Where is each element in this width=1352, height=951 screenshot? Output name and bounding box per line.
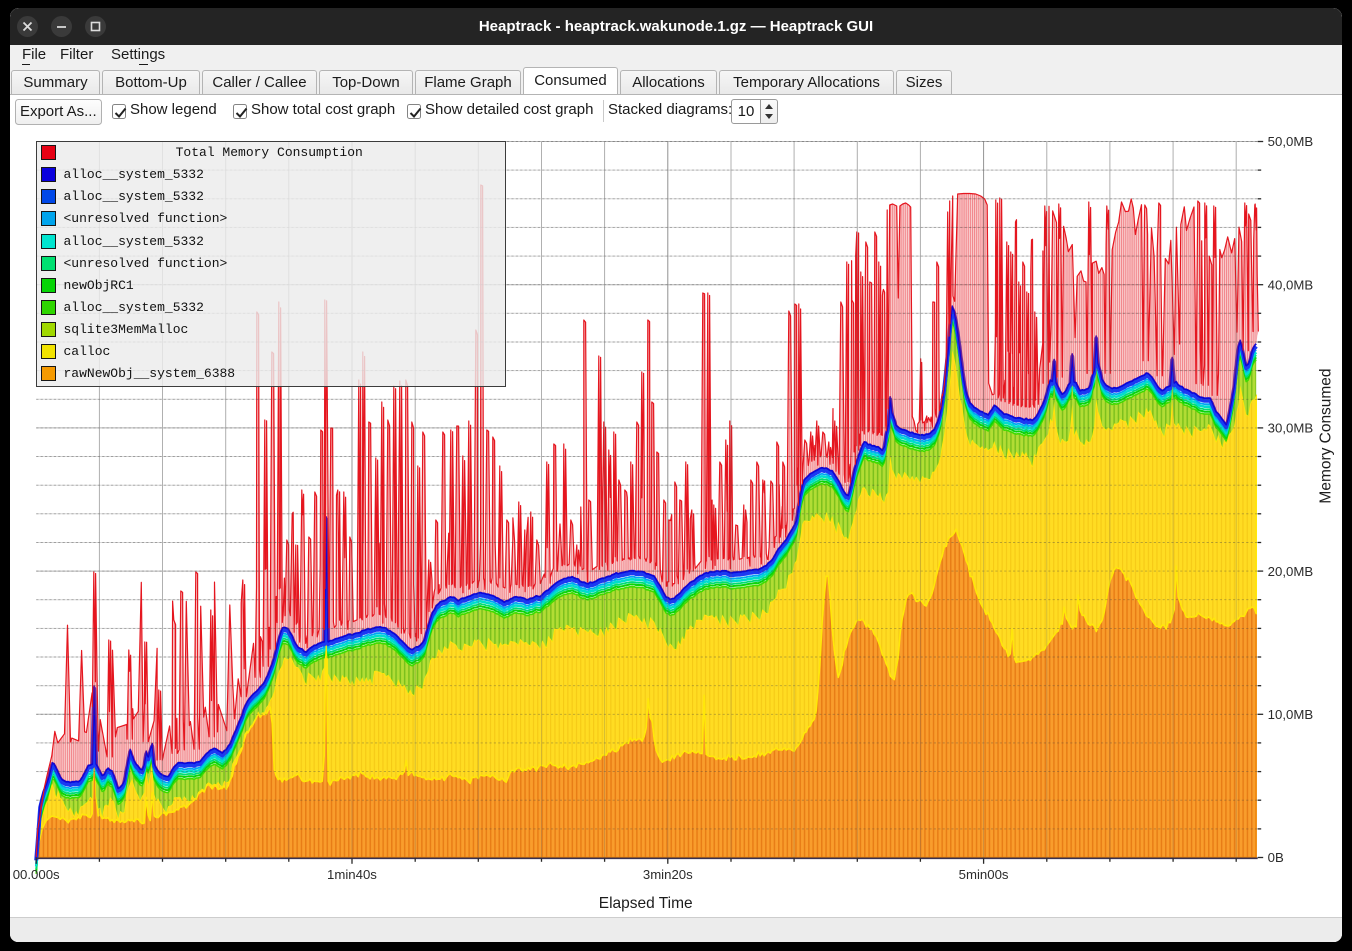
svg-text:20,0MB: 20,0MB — [1268, 564, 1314, 579]
svg-text:1min40s: 1min40s — [327, 867, 377, 882]
svg-text:3min20s: 3min20s — [643, 867, 693, 882]
svg-text:30,0MB: 30,0MB — [1268, 421, 1314, 436]
svg-text:40,0MB: 40,0MB — [1268, 277, 1314, 292]
svg-text:Elapsed Time: Elapsed Time — [599, 895, 693, 912]
svg-text:5min00s: 5min00s — [959, 867, 1009, 882]
svg-text:00.000s: 00.000s — [13, 867, 60, 882]
svg-text:10,0MB: 10,0MB — [1268, 707, 1314, 722]
svg-text:50,0MB: 50,0MB — [1268, 134, 1314, 149]
svg-text:Memory Consumed: Memory Consumed — [1318, 368, 1335, 503]
svg-text:0B: 0B — [1268, 850, 1284, 865]
